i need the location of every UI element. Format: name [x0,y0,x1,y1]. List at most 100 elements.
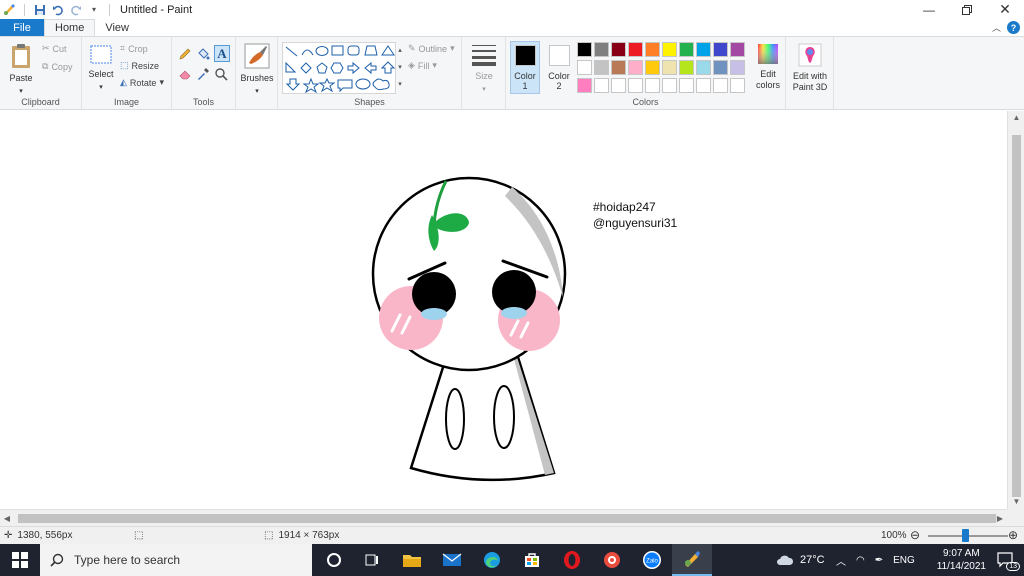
outline-dropdown[interactable]: ✎ Outline ▾ [408,43,455,54]
palette-color-swatch[interactable] [679,60,694,75]
cortana-icon[interactable] [314,544,354,576]
input-language[interactable]: ENG [893,555,915,566]
palette-color-swatch[interactable] [628,42,643,57]
tab-file[interactable]: File [0,19,44,36]
palette-color-swatch[interactable] [662,42,677,57]
color2-label[interactable]: Color 2 [544,71,574,91]
mail-icon[interactable] [432,544,472,576]
vertical-scroll-thumb[interactable] [1012,135,1021,497]
customize-toolbar-icon[interactable]: ▾ [87,3,101,17]
palette-color-swatch[interactable] [577,42,592,57]
pencil-icon[interactable] [178,47,192,64]
undo-icon[interactable] [51,3,65,17]
paint-app-icon[interactable] [2,3,16,17]
store-icon[interactable] [512,544,552,576]
color2-swatch[interactable] [549,45,570,66]
weather-widget[interactable]: 27°C [776,544,825,576]
palette-color-swatch[interactable] [645,60,660,75]
palette-color-swatch[interactable] [611,60,626,75]
palette-color-swatch[interactable] [628,78,643,93]
shapes-scroll-buttons[interactable]: ▴ ▾ ▾ [396,42,404,94]
scroll-down-icon[interactable]: ▼ [1008,495,1024,509]
cut-button[interactable]: ✂ Cut [42,43,67,54]
text-tool-icon[interactable]: A [214,45,230,62]
magnifier-icon[interactable] [214,67,228,84]
taskbar-search-box[interactable]: Type here to search [40,544,312,576]
notifications-button[interactable]: 13 [996,550,1020,571]
resize-button[interactable]: ⬚ Resize [120,60,159,71]
zoom-slider-thumb[interactable] [962,529,969,542]
palette-color-swatch[interactable] [730,78,745,93]
scroll-up-icon[interactable]: ▲ [1008,111,1024,125]
horizontal-scrollbar[interactable]: ◀ ▶ [0,509,1007,526]
taskbar-clock[interactable]: 9:07 AM 11/14/2021 [937,547,986,573]
eraser-icon[interactable] [178,67,192,84]
palette-color-swatch[interactable] [713,78,728,93]
palette-color-swatch[interactable] [662,78,677,93]
palette-color-swatch[interactable] [645,78,660,93]
palette-color-swatch[interactable] [577,60,592,75]
redo-icon[interactable] [69,3,83,17]
palette-color-swatch[interactable] [696,78,711,93]
select-button[interactable]: Select ▾ [88,45,114,93]
palette-color-swatch[interactable] [679,42,694,57]
palette-color-swatch[interactable] [594,78,609,93]
edit-with-paint3d-button[interactable]: Edit with Paint 3D [788,43,832,93]
zalo-icon[interactable]: Zalo [632,544,672,576]
shapes-gallery[interactable] [282,42,396,94]
palette-color-swatch[interactable] [713,42,728,57]
palette-color-swatch[interactable] [730,60,745,75]
pen-icon[interactable]: ✒ [875,555,883,566]
collapse-ribbon-icon[interactable]: ︿ [992,21,1001,34]
palette-color-swatch[interactable] [679,78,694,93]
copy-button[interactable]: ⧉ Copy [42,61,72,72]
tab-home[interactable]: Home [44,19,96,36]
fill-dropdown[interactable]: ◈ Fill ▾ [408,60,437,71]
zoom-in-icon[interactable]: ⊕ [1008,528,1018,542]
save-icon[interactable] [33,3,47,17]
edit-colors-button[interactable]: Edit colors [752,43,784,91]
show-hidden-icons-icon[interactable]: ︿ [836,553,846,568]
palette-color-swatch[interactable] [696,42,711,57]
palette-color-swatch[interactable] [730,42,745,57]
size-button[interactable]: Size ▾ [468,43,500,95]
palette-color-swatch[interactable] [696,60,711,75]
horizontal-scroll-thumb[interactable] [18,514,996,523]
paste-dropdown-icon[interactable]: ▾ [6,86,36,97]
color-picker-icon[interactable] [196,67,210,84]
close-button[interactable]: ✕ [986,0,1024,19]
task-view-icon[interactable] [352,544,392,576]
palette-color-swatch[interactable] [577,78,592,93]
opera-icon[interactable] [552,544,592,576]
fill-bucket-icon[interactable] [196,47,210,64]
scroll-left-icon[interactable]: ◀ [0,510,14,527]
brushes-button[interactable]: Brushes ▾ [240,43,274,97]
zoom-out-icon[interactable]: ⊖ [910,528,920,542]
network-icon[interactable]: ◠ [856,555,865,566]
help-icon[interactable]: ? [1007,21,1020,34]
minimize-button[interactable]: — [910,0,948,19]
palette-color-swatch[interactable] [594,60,609,75]
brushes-dropdown-icon[interactable]: ▾ [240,86,274,97]
scroll-right-icon[interactable]: ▶ [993,510,1007,527]
palette-color-swatch[interactable] [594,42,609,57]
palette-color-swatch[interactable] [611,42,626,57]
app-icon[interactable] [592,544,632,576]
palette-color-swatch[interactable] [713,60,728,75]
palette-color-swatch[interactable] [611,78,626,93]
vertical-scrollbar[interactable]: ▲ ▼ [1007,111,1024,509]
paste-button[interactable]: Paste ▾ [6,43,36,97]
drawing-canvas[interactable]: #hoidap247 @nguyensuri31 [0,111,1024,509]
palette-color-swatch[interactable] [645,42,660,57]
restore-button[interactable] [948,0,986,19]
rotate-button[interactable]: ◭ Rotate ▾ [120,77,164,88]
start-button[interactable] [0,544,40,576]
paint-taskbar-icon[interactable] [672,544,712,576]
file-explorer-icon[interactable] [392,544,432,576]
edge-icon[interactable] [472,544,512,576]
palette-color-swatch[interactable] [628,60,643,75]
crop-button[interactable]: ⌗ Crop [120,43,148,54]
palette-color-swatch[interactable] [662,60,677,75]
tab-view[interactable]: View [95,19,139,36]
select-dropdown-icon[interactable]: ▾ [88,82,114,93]
